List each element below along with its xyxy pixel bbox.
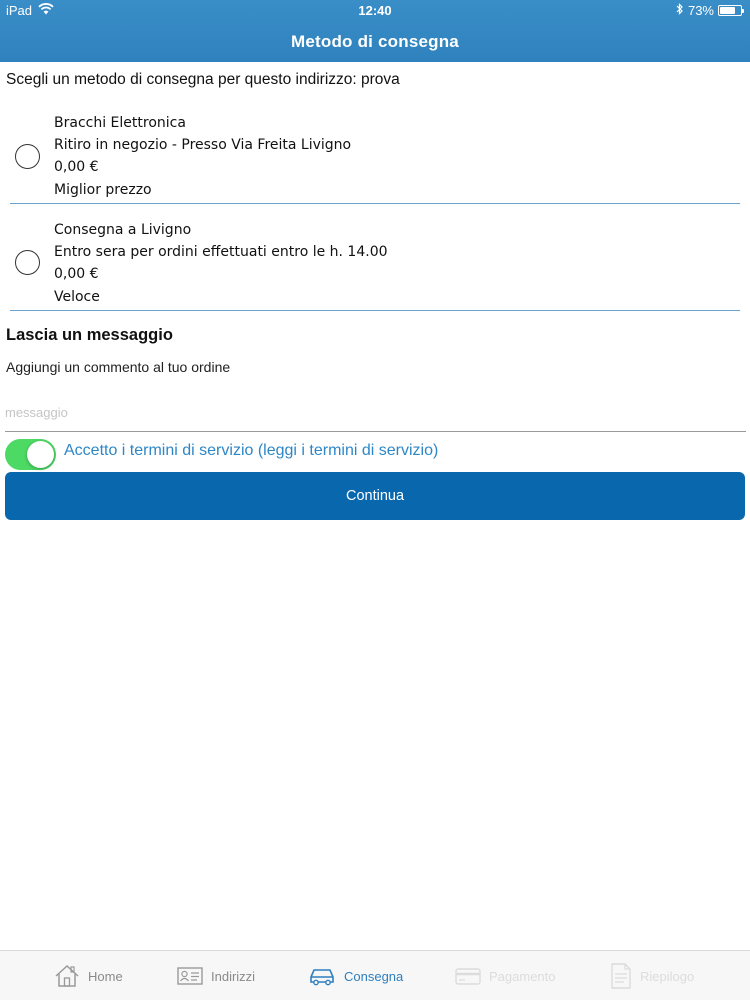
shipping-intro: Scegli un metodo di consegna per questo … bbox=[6, 71, 400, 88]
bluetooth-icon bbox=[676, 3, 684, 18]
option-name: Bracchi Elettronica bbox=[54, 115, 186, 131]
radio-button[interactable] bbox=[15, 250, 40, 275]
option-description: Entro sera per ordini effettuati entro l… bbox=[54, 244, 388, 261]
home-icon bbox=[54, 964, 80, 988]
message-section-subtitle: Aggiungi un commento al tuo ordine bbox=[6, 359, 231, 375]
document-icon bbox=[610, 963, 632, 989]
tab-home[interactable]: Home bbox=[54, 951, 123, 1000]
option-description: Ritiro in negozio - Presso Via Freita Li… bbox=[54, 137, 352, 154]
tab-bar: Home Indirizzi Consegna Pagamento Riepil… bbox=[0, 950, 750, 1000]
battery-percent: 73% bbox=[687, 3, 714, 18]
continue-button[interactable]: Continua bbox=[5, 472, 745, 520]
tab-label: Home bbox=[88, 968, 123, 984]
tab-label: Indirizzi bbox=[211, 968, 256, 984]
toggle-knob bbox=[27, 441, 54, 468]
tab-label: Consegna bbox=[344, 968, 404, 984]
tab-addresses[interactable]: Indirizzi bbox=[177, 951, 255, 1000]
app-header: iPad 12:40 73% Metodo di consegna bbox=[0, 0, 750, 62]
credit-card-icon bbox=[455, 966, 481, 986]
option-tag: Veloce bbox=[54, 288, 100, 305]
page-title: Metodo di consegna bbox=[291, 32, 459, 51]
option-details: Bracchi Elettronica Ritiro in negozio - … bbox=[54, 113, 351, 202]
shipping-option-livigno-delivery[interactable]: Consegna a Livigno Entro sera per ordini… bbox=[10, 211, 740, 311]
option-price: 0,00 € bbox=[54, 159, 99, 176]
tab-label: Pagamento bbox=[489, 968, 556, 984]
car-icon bbox=[308, 966, 336, 986]
tab-summary[interactable]: Riepilogo bbox=[610, 951, 694, 1000]
option-price: 0,00 € bbox=[54, 266, 99, 283]
shipping-option-store-pickup[interactable]: Bracchi Elettronica Ritiro in negozio - … bbox=[10, 104, 740, 204]
radio-button[interactable] bbox=[15, 144, 40, 169]
status-bar: iPad 12:40 73% bbox=[0, 0, 750, 20]
tab-shipping[interactable]: Consegna bbox=[308, 951, 403, 1000]
terms-toggle[interactable] bbox=[5, 439, 56, 470]
terms-link[interactable]: Accetto i termini di servizio (leggi i t… bbox=[64, 442, 438, 460]
tab-label: Riepilogo bbox=[640, 968, 695, 984]
status-time: 12:40 bbox=[358, 3, 392, 18]
option-details: Consegna a Livigno Entro sera per ordini… bbox=[54, 220, 388, 309]
option-tag: Miglior prezzo bbox=[54, 181, 152, 198]
battery-icon bbox=[718, 5, 744, 16]
status-bar-right: 73% bbox=[676, 3, 744, 18]
tab-payment[interactable]: Pagamento bbox=[455, 951, 556, 1000]
message-section-title: Lascia un messaggio bbox=[6, 326, 173, 344]
address-card-icon bbox=[177, 966, 203, 986]
message-input[interactable] bbox=[5, 394, 746, 432]
battery-level bbox=[720, 7, 735, 14]
option-name: Consegna a Livigno bbox=[54, 222, 192, 238]
